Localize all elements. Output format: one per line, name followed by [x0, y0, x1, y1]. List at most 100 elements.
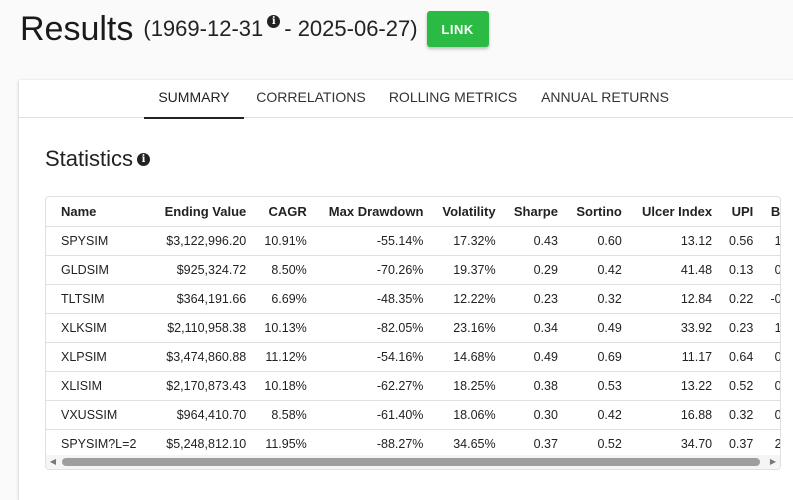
cell-name: GLDSIM: [46, 255, 151, 285]
cell-name: SPYSIM?L=2: [46, 429, 151, 458]
cell-beta: -0.04: [760, 284, 780, 314]
cell-cagr: 10.91%: [253, 226, 314, 256]
tab-annual-returns[interactable]: ANNUAL RETURNS: [531, 80, 679, 117]
info-icon[interactable]: i: [137, 152, 151, 166]
cell-ending-value: $5,248,812.10: [150, 429, 254, 458]
cell-name: XLKSIM: [46, 313, 151, 343]
cell-beta: 0.67: [760, 400, 780, 430]
column-header-sortino[interactable]: Sortino: [565, 197, 629, 227]
cell-upi: 0.13: [719, 255, 761, 285]
page-title: Results: [20, 9, 134, 48]
cell-name: SPYSIM: [46, 226, 151, 256]
cell-ending-value: $3,474,860.88: [150, 342, 254, 372]
statistics-title: Statistics: [45, 146, 134, 171]
cell-volatility: 14.68%: [430, 342, 503, 372]
cell-sharpe: 0.23: [502, 284, 565, 314]
cell-beta: 1.15: [760, 313, 780, 343]
cell-name: XLPSIM: [46, 342, 151, 372]
cell-max-drawdown: -54.16%: [313, 342, 431, 372]
column-header-cagr[interactable]: CAGR: [253, 197, 314, 227]
cell-sortino: 0.60: [564, 226, 629, 256]
cell-sortino: 0.42: [564, 400, 629, 430]
results-card: SUMMARY CORRELATIONS ROLLING METRICS ANN…: [19, 80, 793, 500]
cell-volatility: 18.25%: [430, 371, 503, 401]
statistics-table-container: Name Ending Value CAGR Max Drawdown Vola…: [45, 196, 781, 470]
column-header-beta[interactable]: Beta: [760, 197, 780, 227]
cell-sortino: 0.69: [564, 342, 629, 372]
cell-sortino: 0.32: [564, 284, 629, 314]
table-row: XLPSIM $3,474,860.88 11.12% -54.16% 14.6…: [46, 342, 780, 372]
tab-summary[interactable]: SUMMARY: [144, 80, 244, 119]
column-header-sharpe[interactable]: Sharpe: [503, 197, 565, 227]
cell-volatility: 34.65%: [430, 429, 503, 458]
cell-upi: 0.37: [719, 429, 761, 458]
range-end: - 2025-06-27): [284, 16, 418, 41]
table-row: SPYSIM?L=2 $5,248,812.10 11.95% -88.27% …: [46, 429, 780, 458]
cell-ending-value: $925,324.72: [150, 255, 254, 285]
cell-upi: 0.52: [719, 371, 761, 401]
cell-name: VXUSSIM: [46, 400, 151, 430]
cell-ending-value: $3,122,996.20: [150, 226, 254, 256]
cell-sortino: 0.52: [564, 429, 629, 458]
scroll-left-arrow-icon[interactable]: ◀: [46, 455, 60, 469]
cell-cagr: 11.95%: [253, 429, 314, 458]
tab-rolling-metrics[interactable]: ROLLING METRICS: [379, 80, 527, 117]
table-header-row: Name Ending Value CAGR Max Drawdown Vola…: [46, 197, 780, 227]
cell-max-drawdown: -88.27%: [313, 429, 431, 458]
results-header: Results (1969-12-31 i - 2025-06-27) LINK: [20, 6, 489, 52]
scroll-right-arrow-icon[interactable]: ▶: [766, 455, 780, 469]
cell-sharpe: 0.49: [502, 342, 565, 372]
cell-cagr: 10.18%: [253, 371, 314, 401]
cell-upi: 0.64: [719, 342, 761, 372]
cell-ulcer-index: 12.84: [628, 284, 720, 314]
cell-ending-value: $2,170,873.43: [150, 371, 254, 401]
cell-ulcer-index: 33.92: [628, 313, 720, 343]
cell-sortino: 0.42: [564, 255, 629, 285]
link-button[interactable]: LINK: [426, 11, 489, 47]
cell-max-drawdown: -61.40%: [313, 400, 431, 430]
cell-beta: 0.95: [760, 371, 780, 401]
cell-name: TLTSIM: [46, 284, 151, 314]
cell-ending-value: $364,191.66: [150, 284, 254, 314]
column-header-max-drawdown[interactable]: Max Drawdown: [314, 197, 431, 227]
statistics-heading: Statistics i: [45, 146, 151, 172]
column-header-ending-value[interactable]: Ending Value: [151, 197, 254, 227]
cell-max-drawdown: -82.05%: [313, 313, 431, 343]
table-row: SPYSIM $3,122,996.20 10.91% -55.14% 17.3…: [46, 226, 780, 256]
cell-sharpe: 0.29: [502, 255, 565, 285]
cell-sortino: 0.53: [564, 371, 629, 401]
cell-sharpe: 0.30: [502, 400, 565, 430]
cell-ulcer-index: 13.22: [628, 371, 720, 401]
cell-beta: 1.00: [760, 226, 780, 256]
cell-ulcer-index: 11.17: [628, 342, 720, 372]
scrollbar-thumb[interactable]: [62, 458, 760, 466]
cell-cagr: 8.58%: [253, 400, 314, 430]
tab-correlations[interactable]: CORRELATIONS: [247, 80, 375, 117]
column-header-name[interactable]: Name: [46, 197, 151, 227]
cell-sharpe: 0.38: [502, 371, 565, 401]
table-row: TLTSIM $364,191.66 6.69% -48.35% 12.22% …: [46, 284, 780, 314]
cell-sortino: 0.49: [564, 313, 629, 343]
info-icon[interactable]: i: [267, 14, 281, 28]
cell-max-drawdown: -70.26%: [313, 255, 431, 285]
cell-sharpe: 0.43: [502, 226, 565, 256]
cell-volatility: 23.16%: [430, 313, 503, 343]
cell-ulcer-index: 13.12: [628, 226, 720, 256]
cell-ending-value: $2,110,958.38: [150, 313, 254, 343]
table-row: XLKSIM $2,110,958.38 10.13% -82.05% 23.1…: [46, 313, 780, 343]
cell-upi: 0.32: [719, 400, 761, 430]
table-row: XLISIM $2,170,873.43 10.18% -62.27% 18.2…: [46, 371, 780, 401]
column-header-volatility[interactable]: Volatility: [430, 197, 502, 227]
column-header-ulcer-index[interactable]: Ulcer Index: [629, 197, 719, 227]
column-header-upi[interactable]: UPI: [719, 197, 760, 227]
cell-volatility: 17.32%: [430, 226, 503, 256]
cell-beta: 2.00: [760, 429, 780, 458]
cell-upi: 0.22: [719, 284, 761, 314]
range-start: (1969-12-31: [143, 16, 264, 41]
cell-max-drawdown: -62.27%: [313, 371, 431, 401]
cell-cagr: 10.13%: [253, 313, 314, 343]
cell-name: XLISIM: [46, 371, 151, 401]
cell-sharpe: 0.34: [502, 313, 565, 343]
horizontal-scrollbar[interactable]: ◀ ▶: [46, 455, 780, 469]
cell-ulcer-index: 41.48: [628, 255, 720, 285]
